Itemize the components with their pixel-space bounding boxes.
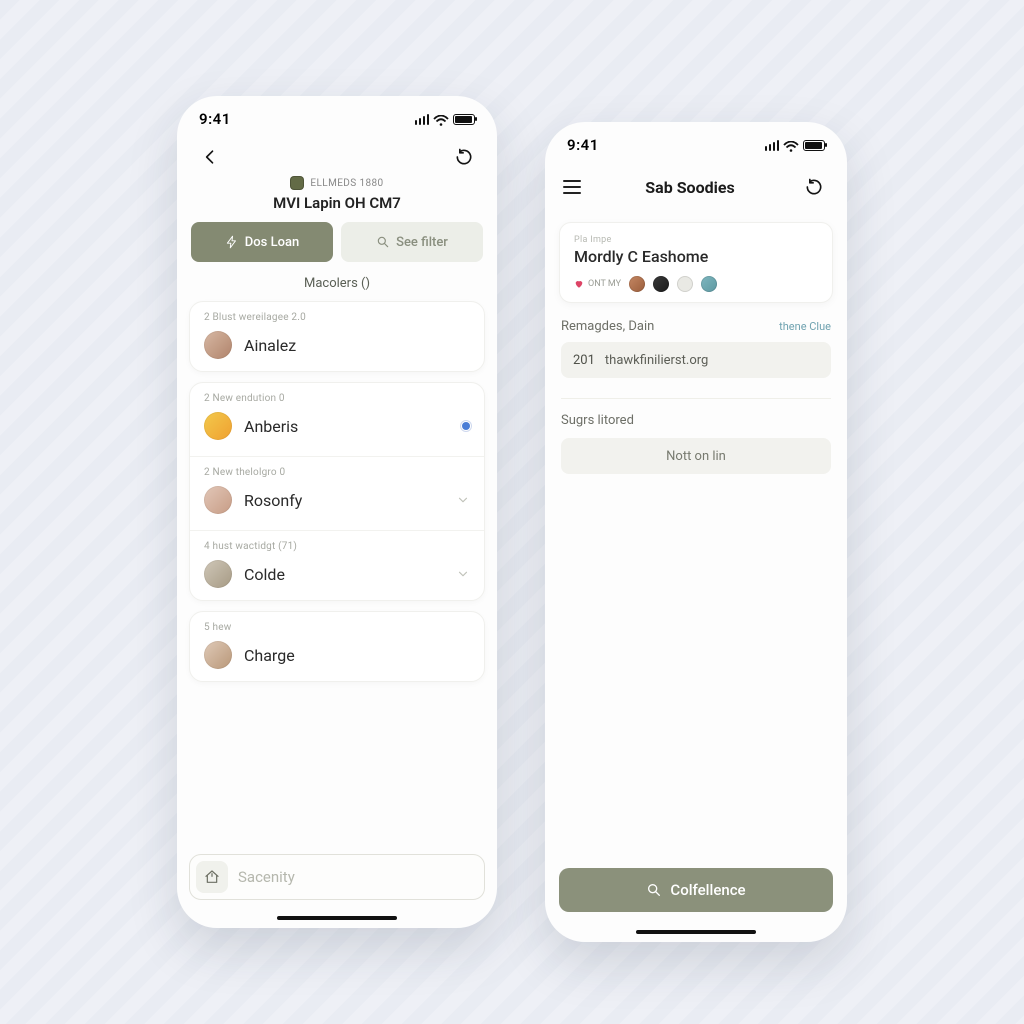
list-item[interactable]: Charge: [190, 639, 484, 681]
not-online-label: Nott on lin: [666, 449, 726, 464]
primary-action-button[interactable]: Dos Loan: [191, 222, 333, 262]
refresh-button[interactable]: [449, 142, 479, 172]
home-chip[interactable]: [196, 861, 228, 893]
chevron-down-icon: [456, 493, 470, 507]
list-item[interactable]: Rosonfy: [190, 484, 484, 526]
chevron-down-icon: [456, 567, 470, 581]
avatar: [204, 486, 232, 514]
section-label: Macolers (): [177, 262, 497, 301]
avatar: [204, 560, 232, 588]
list-item-name: Colde: [244, 565, 444, 584]
mini-avatar: [653, 276, 669, 292]
nav-row: Sab Soodies: [545, 158, 847, 208]
header: ELLMEDS 1880 MVI Lapin OH CM7: [177, 174, 497, 222]
refresh-button[interactable]: [799, 172, 829, 202]
card-eyebrow: Pla Impe: [574, 235, 818, 245]
url-field[interactable]: 201 thawkfinilierst.org: [561, 342, 831, 378]
cta-label: Colfellence: [670, 881, 745, 899]
search-icon: [646, 882, 662, 898]
status-bar: 9:41: [545, 122, 847, 158]
page-title: Sab Soodies: [645, 178, 734, 197]
secondary-action-button[interactable]: See filter: [341, 222, 483, 262]
bottom-search[interactable]: [189, 854, 485, 900]
remages-section: Remagdes, Dain thene Clue 201 thawkfinil…: [545, 303, 847, 378]
back-button[interactable]: [195, 142, 225, 172]
list-item[interactable]: Ainalez: [190, 329, 484, 371]
status-bar: 9:41: [177, 96, 497, 132]
status-time: 9:41: [199, 110, 231, 128]
signal-icon: [415, 114, 430, 125]
feature-card[interactable]: Pla Impe Mordly C Eashome ONT MY: [559, 222, 833, 303]
header-tag-label: ELLMEDS 1880: [310, 178, 383, 189]
status-icons: [415, 113, 476, 125]
card-item: 2 New endution 0 Anberis 2 New thelolgro…: [189, 382, 485, 601]
not-online-pill: Nott on lin: [561, 438, 831, 474]
section-label: Remagdes, Dain: [561, 319, 654, 334]
battery-icon: [803, 140, 825, 151]
like-label: ONT MY: [588, 279, 621, 289]
primary-cta-button[interactable]: Colfellence: [559, 868, 833, 912]
list-item[interactable]: Colde: [190, 558, 484, 600]
nav-row: [177, 132, 497, 174]
avatar: [204, 641, 232, 669]
card-sub: 2 New thelolgro 0: [190, 457, 484, 484]
heart-icon: [574, 279, 584, 289]
list-item-name: Rosonfy: [244, 491, 444, 510]
card-item[interactable]: 2 Blust wereilagee 2.0 Ainalez: [189, 301, 485, 372]
card-sub: 4 hust wactidgt (71): [190, 531, 484, 558]
like-badge[interactable]: ONT MY: [574, 279, 621, 289]
sugrs-label: Sugrs litored: [545, 399, 847, 428]
secondary-action-label: See filter: [396, 235, 448, 250]
phone-left: 9:41 ELLMEDS 1880 MVI Lapin OH CM7 Dos L…: [177, 96, 497, 928]
mini-avatar: [629, 276, 645, 292]
battery-icon: [453, 114, 475, 125]
menu-button[interactable]: [563, 180, 581, 194]
header-tag: ELLMEDS 1880: [177, 176, 497, 190]
bolt-icon: [225, 235, 239, 249]
phone-right: 9:41 Sab Soodies Pla Impe Mordly C Easho…: [545, 122, 847, 942]
page-title: MVI Lapin OH CM7: [177, 194, 497, 212]
brand-swatch-icon: [290, 176, 304, 190]
status-time: 9:41: [567, 136, 599, 154]
card-head: 2 New endution 0: [190, 383, 484, 410]
avatar: [204, 331, 232, 359]
primary-action-label: Dos Loan: [245, 235, 299, 250]
card-item[interactable]: 5 hew Charge: [189, 611, 485, 682]
home-indicator: [277, 916, 397, 920]
url-prefix: 201: [573, 353, 595, 368]
list-item-name: Anberis: [244, 417, 450, 436]
card-head: 5 hew: [190, 612, 484, 639]
home-indicator: [636, 930, 756, 934]
avatar: [204, 412, 232, 440]
url-value: thawkfinilierst.org: [605, 353, 708, 368]
wifi-icon: [433, 113, 449, 125]
list-item[interactable]: Anberis: [190, 410, 484, 452]
mini-avatar: [701, 276, 717, 292]
signal-icon: [765, 140, 780, 151]
mini-avatar: [677, 276, 693, 292]
status-icons: [765, 139, 826, 151]
card-title: Mordly C Eashome: [574, 247, 818, 266]
section-link[interactable]: thene Clue: [779, 320, 831, 333]
action-buttons: Dos Loan See filter: [177, 222, 497, 262]
wifi-icon: [783, 139, 799, 151]
list-item-name: Charge: [244, 646, 470, 665]
home-icon: [204, 869, 220, 885]
search-input[interactable]: [238, 868, 478, 886]
card-meta: ONT MY: [574, 276, 818, 292]
cards-list: 2 Blust wereilagee 2.0 Ainalez 2 New end…: [177, 301, 497, 682]
card-head: 2 Blust wereilagee 2.0: [190, 302, 484, 329]
list-item-name: Ainalez: [244, 336, 470, 355]
search-icon: [376, 235, 390, 249]
status-dot-icon: [462, 422, 470, 430]
